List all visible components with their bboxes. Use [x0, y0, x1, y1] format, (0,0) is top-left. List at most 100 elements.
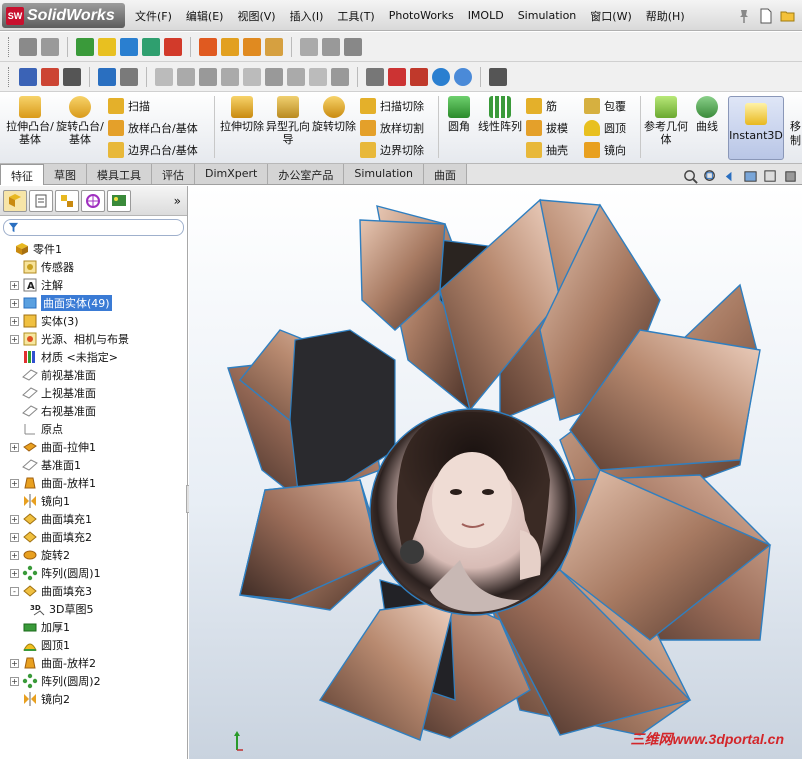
tree-item[interactable]: 原点 [0, 420, 187, 438]
tree-item[interactable]: 前视基准面 [0, 366, 187, 384]
zoom-icon[interactable] [432, 67, 450, 86]
tree-item[interactable]: + 曲面填充1 [0, 510, 187, 528]
zoom-area-icon[interactable] [703, 169, 718, 184]
sketch-icon[interactable] [19, 37, 37, 56]
curves-button[interactable]: 曲线 [690, 94, 724, 133]
tree-item[interactable]: 圆顶1 [0, 636, 187, 654]
menu-photoworks[interactable]: PhotoWorks [382, 9, 461, 22]
swept-cut-button[interactable]: 扫描切除 [360, 96, 424, 116]
configurationmanager-tab[interactable] [55, 189, 79, 212]
lofted-cut-button[interactable]: 放样切割 [360, 118, 424, 138]
move-face-button[interactable]: 移 制 [790, 120, 801, 148]
trim-surface-icon[interactable] [344, 37, 362, 56]
save-icon[interactable] [63, 67, 81, 86]
surface-extrude-icon[interactable] [199, 37, 217, 56]
tree-item[interactable]: 材质 <未指定> [0, 348, 187, 366]
tree-item[interactable]: 加厚1 [0, 618, 187, 636]
menu-view[interactable]: 视图(V) [230, 8, 282, 24]
graphics-area[interactable]: 三维网www.3dportal.cn [189, 186, 802, 759]
feature-tree-filter[interactable] [3, 219, 184, 236]
print-icon[interactable] [41, 67, 59, 86]
tree-item[interactable]: + 曲面填充2 [0, 528, 187, 546]
sweep-button[interactable]: 扫描 [108, 96, 150, 116]
expand-toggle-icon[interactable]: + [10, 316, 19, 326]
open-folder-icon[interactable] [780, 8, 796, 24]
boundary-cut-button[interactable]: 边界切除 [360, 140, 424, 160]
revolve-boss-button[interactable]: 旋转凸台/基体 [56, 94, 104, 146]
magnet-icon[interactable] [410, 67, 428, 86]
expand-toggle-icon[interactable]: + [10, 478, 19, 488]
tree-item[interactable]: + 旋转2 [0, 546, 187, 564]
mirror-button[interactable]: 镜向 [584, 140, 626, 160]
tab-features[interactable]: 特征 [0, 164, 44, 185]
tree-item[interactable]: + 曲面-放样2 [0, 654, 187, 672]
spline-icon[interactable] [243, 67, 261, 86]
menu-edit[interactable]: 编辑(E) [179, 8, 231, 24]
view-orientation-icon[interactable] [164, 37, 182, 56]
tree-item[interactable]: - 曲面填充3 [0, 582, 187, 600]
dome-button[interactable]: 圆顶 [584, 118, 626, 138]
previous-view-icon[interactable] [723, 169, 738, 184]
draft-button[interactable]: 拔模 [526, 118, 568, 138]
reference-geometry-button[interactable]: 参考几何体 [644, 94, 688, 146]
propertymanager-tab[interactable] [29, 189, 53, 212]
expand-toggle-icon[interactable]: + [10, 280, 19, 290]
tab-surfaces[interactable]: 曲面 [423, 164, 467, 184]
tree-item[interactable]: 3D 3D草图5 [0, 600, 187, 618]
menu-imold[interactable]: IMOLD [461, 9, 511, 22]
fillet-button[interactable]: 圆角 [442, 94, 476, 133]
smart-dimension-icon[interactable] [41, 37, 59, 56]
rib-button[interactable]: 筋 [526, 96, 557, 116]
knit-surface-icon[interactable] [322, 37, 340, 56]
arc-icon[interactable] [221, 67, 239, 86]
expand-toggle-icon[interactable]: + [10, 550, 19, 560]
menu-simulation[interactable]: Simulation [511, 9, 584, 22]
standard-views-icon[interactable] [19, 67, 37, 86]
tree-item[interactable]: 零件1 [0, 240, 187, 258]
displaymanager-tab[interactable] [107, 189, 131, 212]
tree-item[interactable]: 镜向1 [0, 492, 187, 510]
zoom-to-fit-icon[interactable] [683, 169, 698, 184]
expand-toggle-icon[interactable]: + [10, 532, 19, 542]
tree-item[interactable]: + 阵列(圆周)2 [0, 672, 187, 690]
tree-item[interactable]: + 实体(3) [0, 312, 187, 330]
tree-item[interactable]: + 光源、相机与布景 [0, 330, 187, 348]
tree-item[interactable]: 镜向2 [0, 690, 187, 708]
solidworks-logo[interactable]: SW SolidWorks [2, 3, 125, 28]
expand-toggle-icon[interactable]: + [10, 676, 19, 686]
centerline-icon[interactable] [287, 67, 305, 86]
expand-toggle-icon[interactable]: + [10, 514, 19, 524]
tree-item[interactable]: + 阵列(圆周)1 [0, 564, 187, 582]
section-view-icon[interactable] [743, 169, 758, 184]
hide-show-icon[interactable] [120, 67, 138, 86]
properties-icon[interactable] [489, 67, 507, 86]
tab-mold-tools[interactable]: 模具工具 [87, 164, 152, 184]
tree-item[interactable]: + 曲面-拉伸1 [0, 438, 187, 456]
toolbar-grip[interactable] [8, 66, 11, 87]
tree-item[interactable]: + 曲面实体(49) [0, 294, 187, 312]
tree-item[interactable]: + 曲面-放样1 [0, 474, 187, 492]
offset-surface-icon[interactable] [300, 37, 318, 56]
expand-toggle-icon[interactable]: + [10, 658, 19, 668]
wrap-button[interactable]: 包覆 [584, 96, 626, 116]
expand-panel-icon[interactable]: » [174, 194, 181, 208]
tree-item[interactable]: 右视基准面 [0, 402, 187, 420]
collapse-toggle-icon[interactable]: - [10, 586, 19, 596]
line-icon[interactable] [155, 67, 173, 86]
camera-icon[interactable] [366, 67, 384, 86]
expand-toggle-icon[interactable]: + [10, 568, 19, 578]
center-dome[interactable] [369, 408, 577, 616]
extrude-cut-button[interactable]: 拉伸切除 [218, 94, 266, 133]
revolve-cut-button[interactable]: 旋转切除 [310, 94, 358, 133]
menu-help[interactable]: 帮助(H) [639, 8, 692, 24]
view-orientation-icon[interactable] [763, 169, 778, 184]
tree-item[interactable]: 基准面1 [0, 456, 187, 474]
point-icon[interactable] [265, 67, 283, 86]
info-icon[interactable] [454, 67, 472, 86]
tab-sketch[interactable]: 草图 [44, 164, 87, 184]
trim-entities-icon[interactable] [331, 67, 349, 86]
menu-window[interactable]: 窗口(W) [583, 8, 638, 24]
tab-dimxpert[interactable]: DimXpert [195, 164, 269, 184]
pushpin-icon[interactable] [736, 8, 752, 24]
display-style-icon[interactable] [98, 67, 116, 86]
